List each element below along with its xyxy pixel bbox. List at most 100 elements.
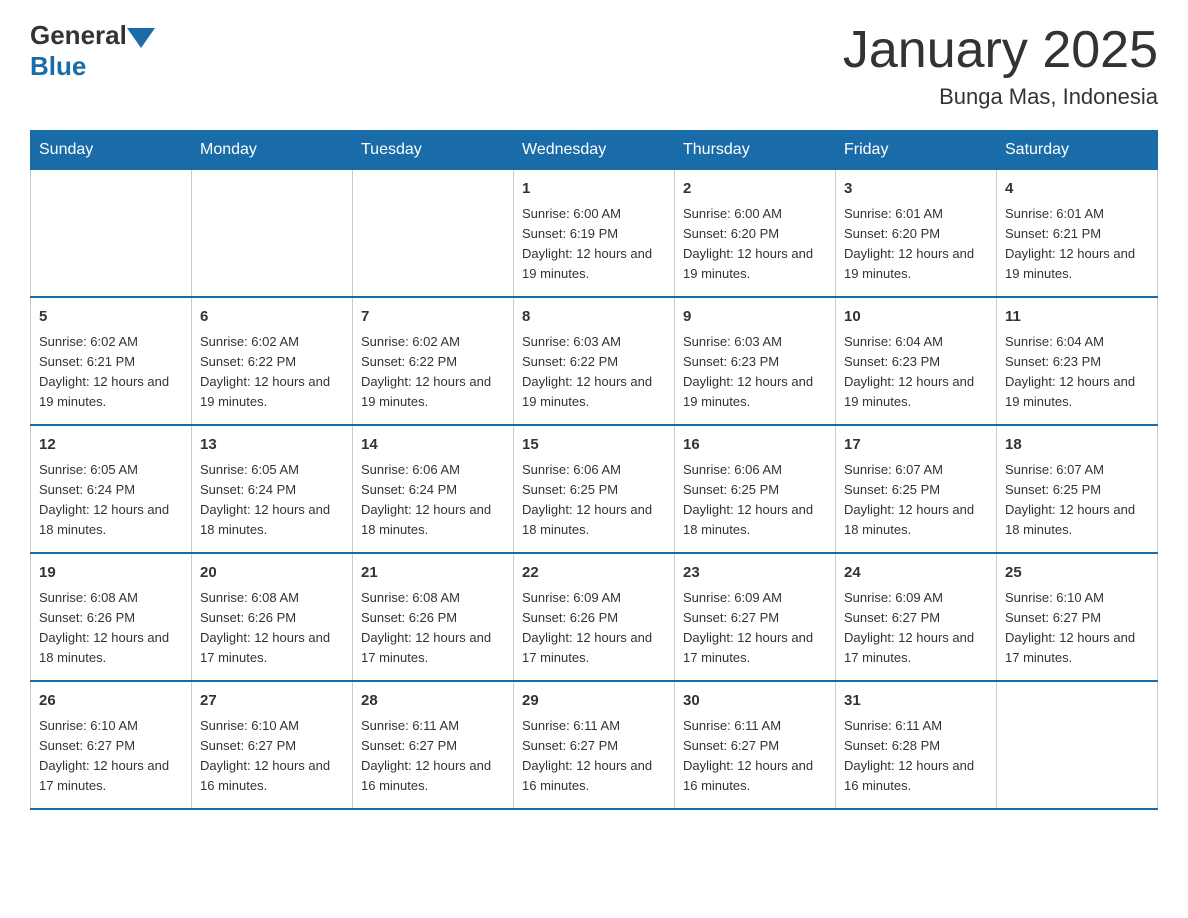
day-number: 23 — [683, 562, 827, 585]
day-info: Sunrise: 6:02 AM Sunset: 6:22 PM Dayligh… — [361, 332, 505, 413]
day-number: 9 — [683, 306, 827, 329]
day-info: Sunrise: 6:06 AM Sunset: 6:24 PM Dayligh… — [361, 460, 505, 541]
day-info: Sunrise: 6:08 AM Sunset: 6:26 PM Dayligh… — [200, 588, 344, 669]
day-info: Sunrise: 6:05 AM Sunset: 6:24 PM Dayligh… — [39, 460, 183, 541]
day-number: 24 — [844, 562, 988, 585]
calendar-week-row: 1 Sunrise: 6:00 AM Sunset: 6:19 PM Daylig… — [31, 170, 1158, 298]
calendar-day-cell — [31, 170, 192, 298]
day-number: 6 — [200, 306, 344, 329]
logo-blue-text: Blue — [30, 51, 155, 82]
calendar-day-cell: 11 Sunrise: 6:04 AM Sunset: 6:23 PM Dayli… — [997, 297, 1158, 425]
day-of-week-header: Wednesday — [514, 131, 675, 170]
calendar-day-cell: 12 Sunrise: 6:05 AM Sunset: 6:24 PM Dayli… — [31, 425, 192, 553]
day-info: Sunrise: 6:01 AM Sunset: 6:21 PM Dayligh… — [1005, 204, 1149, 285]
day-number: 21 — [361, 562, 505, 585]
calendar-day-cell: 26 Sunrise: 6:10 AM Sunset: 6:27 PM Dayli… — [31, 681, 192, 809]
day-number: 30 — [683, 690, 827, 713]
day-number: 27 — [200, 690, 344, 713]
calendar-subtitle: Bunga Mas, Indonesia — [843, 84, 1158, 110]
day-number: 8 — [522, 306, 666, 329]
day-number: 11 — [1005, 306, 1149, 329]
day-number: 12 — [39, 434, 183, 457]
calendar-header-row: SundayMondayTuesdayWednesdayThursdayFrid… — [31, 131, 1158, 170]
calendar-day-cell: 1 Sunrise: 6:00 AM Sunset: 6:19 PM Daylig… — [514, 170, 675, 298]
logo-general-text: General — [30, 20, 127, 51]
calendar-day-cell: 2 Sunrise: 6:00 AM Sunset: 6:20 PM Daylig… — [675, 170, 836, 298]
day-info: Sunrise: 6:03 AM Sunset: 6:23 PM Dayligh… — [683, 332, 827, 413]
day-number: 20 — [200, 562, 344, 585]
calendar-day-cell: 17Sunrise: 6:07 AM Sunset: 6:25 PM Dayli… — [836, 425, 997, 553]
day-info: Sunrise: 6:10 AM Sunset: 6:27 PM Dayligh… — [39, 716, 183, 797]
calendar-day-cell: 4 Sunrise: 6:01 AM Sunset: 6:21 PM Daylig… — [997, 170, 1158, 298]
day-of-week-header: Saturday — [997, 131, 1158, 170]
day-number: 18 — [1005, 434, 1149, 457]
day-info: Sunrise: 6:11 AM Sunset: 6:27 PM Dayligh… — [361, 716, 505, 797]
title-section: January 2025 Bunga Mas, Indonesia — [843, 20, 1158, 110]
calendar-day-cell: 5 Sunrise: 6:02 AM Sunset: 6:21 PM Daylig… — [31, 297, 192, 425]
day-number: 25 — [1005, 562, 1149, 585]
day-of-week-header: Monday — [192, 131, 353, 170]
calendar-day-cell: 15Sunrise: 6:06 AM Sunset: 6:25 PM Dayli… — [514, 425, 675, 553]
calendar-day-cell: 29 Sunrise: 6:11 AM Sunset: 6:27 PM Dayli… — [514, 681, 675, 809]
day-info: Sunrise: 6:11 AM Sunset: 6:28 PM Dayligh… — [844, 716, 988, 797]
day-number: 10 — [844, 306, 988, 329]
calendar-week-row: 19 Sunrise: 6:08 AM Sunset: 6:26 PM Dayli… — [31, 553, 1158, 681]
calendar-day-cell: 19Sunrise: 6:08 AM Sunset: 6:26 PM Dayli… — [31, 553, 192, 681]
day-of-week-header: Sunday — [31, 131, 192, 170]
day-number: 5 — [39, 306, 183, 329]
day-info: Sunrise: 6:02 AM Sunset: 6:21 PM Dayligh… — [39, 332, 183, 413]
calendar-day-cell: 8 Sunrise: 6:03 AM Sunset: 6:22 PM Daylig… — [514, 297, 675, 425]
day-of-week-header: Tuesday — [353, 131, 514, 170]
calendar-day-cell: 28 Sunrise: 6:11 AM Sunset: 6:27 PM Dayli… — [353, 681, 514, 809]
day-info: Sunrise: 6:06 AM Sunset: 6:25 PM Dayligh… — [683, 460, 827, 541]
day-number: 16 — [683, 434, 827, 457]
calendar-day-cell: 30Sunrise: 6:11 AM Sunset: 6:27 PM Dayli… — [675, 681, 836, 809]
day-number: 14 — [361, 434, 505, 457]
calendar-day-cell: 7 Sunrise: 6:02 AM Sunset: 6:22 PM Daylig… — [353, 297, 514, 425]
day-number: 22 — [522, 562, 666, 585]
day-info: Sunrise: 6:08 AM Sunset: 6:26 PM Dayligh… — [361, 588, 505, 669]
day-number: 29 — [522, 690, 666, 713]
day-number: 1 — [522, 178, 666, 201]
calendar-week-row: 5 Sunrise: 6:02 AM Sunset: 6:21 PM Daylig… — [31, 297, 1158, 425]
day-info: Sunrise: 6:05 AM Sunset: 6:24 PM Dayligh… — [200, 460, 344, 541]
day-info: Sunrise: 6:02 AM Sunset: 6:22 PM Dayligh… — [200, 332, 344, 413]
day-number: 28 — [361, 690, 505, 713]
calendar-day-cell: 16 Sunrise: 6:06 AM Sunset: 6:25 PM Dayli… — [675, 425, 836, 553]
day-info: Sunrise: 6:10 AM Sunset: 6:27 PM Dayligh… — [1005, 588, 1149, 669]
calendar-week-row: 26 Sunrise: 6:10 AM Sunset: 6:27 PM Dayli… — [31, 681, 1158, 809]
day-info: Sunrise: 6:07 AM Sunset: 6:25 PM Dayligh… — [1005, 460, 1149, 541]
calendar-day-cell: 23Sunrise: 6:09 AM Sunset: 6:27 PM Dayli… — [675, 553, 836, 681]
day-number: 7 — [361, 306, 505, 329]
calendar-day-cell: 10Sunrise: 6:04 AM Sunset: 6:23 PM Dayli… — [836, 297, 997, 425]
page-header: General Blue January 2025 Bunga Mas, Ind… — [30, 20, 1158, 110]
day-number: 19 — [39, 562, 183, 585]
day-info: Sunrise: 6:10 AM Sunset: 6:27 PM Dayligh… — [200, 716, 344, 797]
day-of-week-header: Friday — [836, 131, 997, 170]
calendar-day-cell — [997, 681, 1158, 809]
day-number: 4 — [1005, 178, 1149, 201]
day-number: 26 — [39, 690, 183, 713]
day-info: Sunrise: 6:00 AM Sunset: 6:20 PM Dayligh… — [683, 204, 827, 285]
day-number: 31 — [844, 690, 988, 713]
calendar-day-cell: 20 Sunrise: 6:08 AM Sunset: 6:26 PM Dayli… — [192, 553, 353, 681]
day-info: Sunrise: 6:03 AM Sunset: 6:22 PM Dayligh… — [522, 332, 666, 413]
day-info: Sunrise: 6:04 AM Sunset: 6:23 PM Dayligh… — [1005, 332, 1149, 413]
calendar-day-cell: 24Sunrise: 6:09 AM Sunset: 6:27 PM Dayli… — [836, 553, 997, 681]
calendar-day-cell: 22 Sunrise: 6:09 AM Sunset: 6:26 PM Dayli… — [514, 553, 675, 681]
calendar-title: January 2025 — [843, 20, 1158, 80]
calendar-day-cell: 9 Sunrise: 6:03 AM Sunset: 6:23 PM Daylig… — [675, 297, 836, 425]
day-info: Sunrise: 6:09 AM Sunset: 6:26 PM Dayligh… — [522, 588, 666, 669]
calendar-day-cell: 31 Sunrise: 6:11 AM Sunset: 6:28 PM Dayli… — [836, 681, 997, 809]
day-of-week-header: Thursday — [675, 131, 836, 170]
day-info: Sunrise: 6:11 AM Sunset: 6:27 PM Dayligh… — [522, 716, 666, 797]
day-info: Sunrise: 6:00 AM Sunset: 6:19 PM Dayligh… — [522, 204, 666, 285]
calendar-day-cell: 25 Sunrise: 6:10 AM Sunset: 6:27 PM Dayli… — [997, 553, 1158, 681]
day-number: 2 — [683, 178, 827, 201]
calendar-day-cell: 6 Sunrise: 6:02 AM Sunset: 6:22 PM Daylig… — [192, 297, 353, 425]
day-info: Sunrise: 6:01 AM Sunset: 6:20 PM Dayligh… — [844, 204, 988, 285]
logo-triangle-icon — [127, 28, 155, 48]
calendar-day-cell — [353, 170, 514, 298]
day-info: Sunrise: 6:07 AM Sunset: 6:25 PM Dayligh… — [844, 460, 988, 541]
calendar-day-cell: 21 Sunrise: 6:08 AM Sunset: 6:26 PM Dayli… — [353, 553, 514, 681]
